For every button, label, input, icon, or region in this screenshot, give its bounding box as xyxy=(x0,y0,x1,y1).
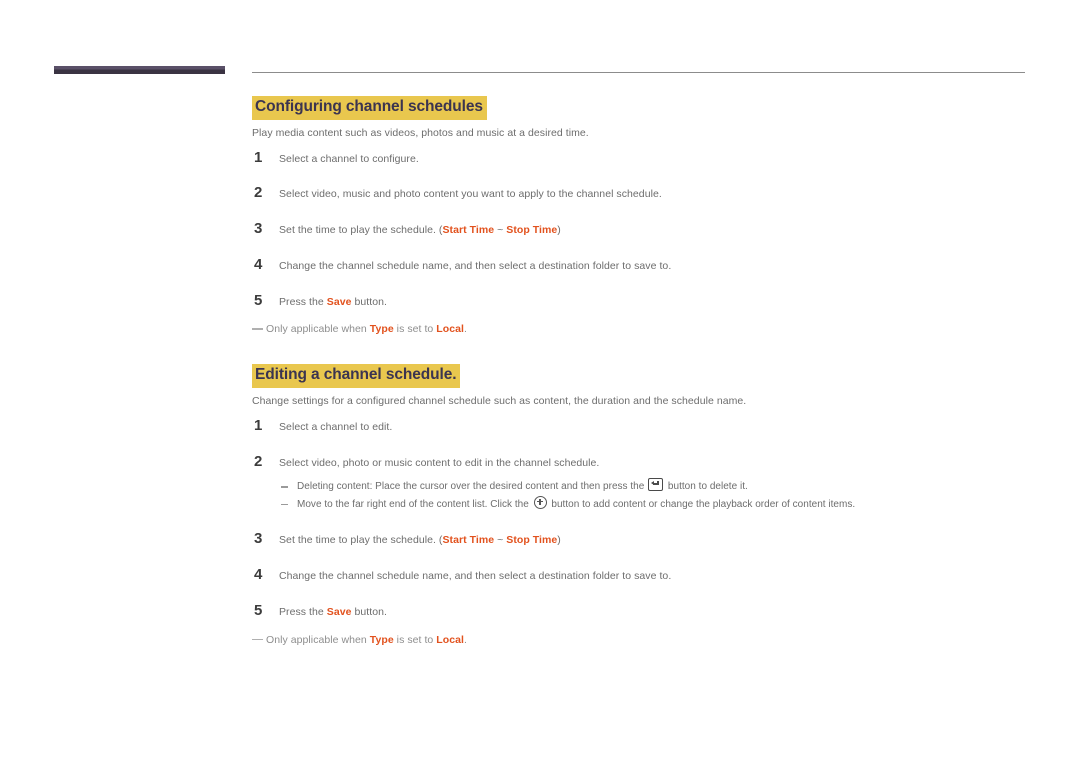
text-run: is set to xyxy=(393,633,437,646)
text-run: Select video, photo or music content to … xyxy=(279,456,600,469)
page-header-rule xyxy=(0,0,1080,74)
text-run: . xyxy=(463,633,467,646)
step-item: 2 Select video, photo or music content to… xyxy=(252,452,1042,514)
step-number: 3 xyxy=(254,220,263,238)
dash-bullet-icon xyxy=(281,496,289,506)
step-number: 3 xyxy=(254,530,263,548)
step-text: Select video, music and photo content yo… xyxy=(279,187,1042,203)
section-intro-text: Play media content such as videos, photo… xyxy=(252,126,589,139)
text-run: Press the xyxy=(279,295,327,308)
emphasis-term: Save xyxy=(326,295,352,308)
text-run: Deleting content: Place the cursor over … xyxy=(297,481,648,493)
text-run: ~ xyxy=(494,534,507,547)
step-item: 1 Select a channel to edit. xyxy=(252,416,1042,436)
text-run: is set to xyxy=(393,323,437,336)
header-divider-line xyxy=(252,72,1025,73)
document-content: Configuring channel schedules Play media … xyxy=(252,96,1042,674)
step-item: 2 Select video, music and photo content y… xyxy=(252,184,1042,203)
step-text: Select a channel to edit. xyxy=(279,420,1042,436)
step-item: 5 Press the Save button. xyxy=(252,601,1042,621)
step-number: 4 xyxy=(254,566,263,584)
step-item: 1 Select a channel to configure. xyxy=(252,148,1042,168)
emphasis-term: Local xyxy=(436,633,464,646)
text-run: Only applicable when xyxy=(266,323,370,336)
step-item: 5 Press the Save button. xyxy=(252,291,1042,311)
text-run: Move to the far right end of the content… xyxy=(297,498,532,510)
text-run: Change the channel schedule name, and th… xyxy=(279,259,672,272)
text-run: Set the time to play the schedule. ( xyxy=(279,224,443,237)
section-heading: Editing a channel schedule. xyxy=(252,364,461,389)
return-enter-icon xyxy=(648,478,664,492)
text-run: ) xyxy=(557,534,561,547)
step-number: 2 xyxy=(254,184,263,202)
step-text: Set the time to play the schedule. (Star… xyxy=(279,533,1042,549)
emphasis-term: Stop Time xyxy=(506,224,558,237)
sub-bullet-item: Deleting content: Place the cursor over … xyxy=(279,478,1042,496)
text-run: button to delete it. xyxy=(665,481,748,493)
step-text: Select video, photo or music content to … xyxy=(279,456,1042,472)
step-number: 2 xyxy=(254,452,263,470)
header-accent-bar xyxy=(54,66,225,74)
emphasis-term: Type xyxy=(369,633,394,646)
text-run: button. xyxy=(351,605,387,618)
note-dash-icon xyxy=(252,328,263,331)
section-intro-text: Change settings for a configured channel… xyxy=(252,395,747,408)
step-text: Select a channel to configure. xyxy=(279,152,1042,168)
step-number: 5 xyxy=(254,601,263,619)
step-number: 1 xyxy=(254,416,263,434)
step-item: 3 Set the time to play the schedule. (Sta… xyxy=(252,220,1042,239)
step-text: Press the Save button. xyxy=(279,295,1042,311)
step-item: 4 Change the channel schedule name, and t… xyxy=(252,255,1042,275)
step-number: 1 xyxy=(254,148,263,166)
text-run: Select a channel to edit. xyxy=(279,420,393,433)
emphasis-term: Type xyxy=(369,323,394,336)
step-item: 4 Change the channel schedule name, and t… xyxy=(252,566,1042,585)
sub-bullet-item: Move to the far right end of the content… xyxy=(279,495,1042,514)
numbered-step-list: 1 Select a channel to configure. 2 Select v… xyxy=(252,148,1042,311)
step-text: Set the time to play the schedule. (Star… xyxy=(279,223,1042,239)
section-heading-wrapper: Editing a channel schedule. xyxy=(252,364,1042,389)
text-run: button. xyxy=(351,295,387,308)
emphasis-term: Stop Time xyxy=(506,534,558,547)
text-run: Only applicable when xyxy=(266,633,370,646)
section-heading-wrapper: Configuring channel schedules xyxy=(252,96,1042,120)
text-run: Set the time to play the schedule. ( xyxy=(279,534,443,547)
text-run: ) xyxy=(557,224,561,237)
numbered-step-list: 1 Select a channel to edit. 2 Select video,… xyxy=(252,416,1042,621)
emphasis-term: Start Time xyxy=(442,224,495,237)
step-text: Press the Save button. xyxy=(279,605,1042,621)
emphasis-term: Start Time xyxy=(442,534,495,547)
text-run: Select video, music and photo content yo… xyxy=(279,188,662,201)
step-number: 4 xyxy=(254,255,263,273)
text-run: ~ xyxy=(494,224,507,237)
text-run: . xyxy=(463,323,467,336)
emphasis-term: Save xyxy=(326,605,352,618)
step-text: Change the channel schedule name, and th… xyxy=(279,569,1042,585)
plus-circle-icon xyxy=(533,495,547,509)
emphasis-term: Local xyxy=(436,323,464,336)
section-heading: Configuring channel schedules xyxy=(252,96,487,120)
step-text: Change the channel schedule name, and th… xyxy=(279,259,1042,275)
step-item: 3 Set the time to play the schedule. (Sta… xyxy=(252,530,1042,549)
text-run: Press the xyxy=(279,605,327,618)
section-note: Only applicable when Type is set to Loca… xyxy=(252,633,1042,649)
sub-bullet-list: Deleting content: Place the cursor over … xyxy=(279,478,1042,513)
dash-bullet-icon xyxy=(281,478,289,488)
return-arrow-head-icon xyxy=(650,481,654,486)
text-run: button to add content or change the play… xyxy=(548,498,856,510)
step-number: 5 xyxy=(254,291,263,309)
text-run: Change the channel schedule name, and th… xyxy=(279,570,672,583)
section-note: Only applicable when Type is set to Loca… xyxy=(252,322,1042,338)
text-run: Select a channel to configure. xyxy=(279,152,419,165)
note-dash-icon xyxy=(252,638,263,641)
